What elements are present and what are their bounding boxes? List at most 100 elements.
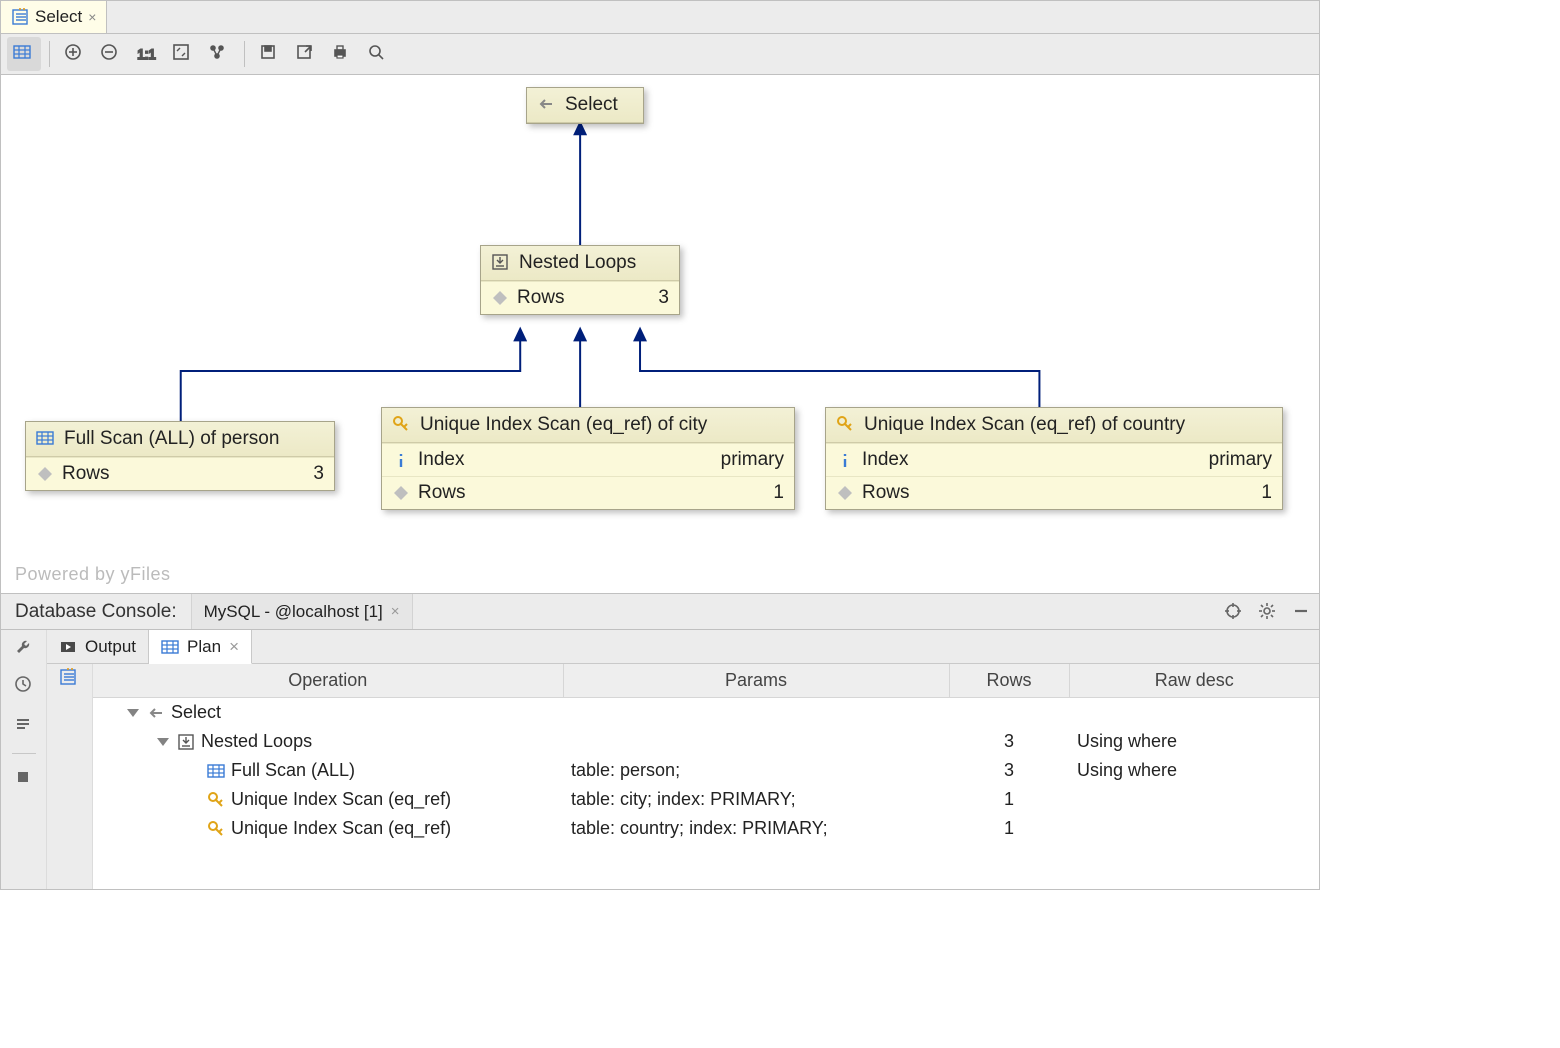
node-title: Select [565,94,618,116]
toolbar-separator [244,41,245,67]
table-row[interactable]: Nested Loops3Using where [93,727,1319,756]
yfiles-watermark: Powered by yFiles [15,564,171,585]
rows-value: 3 [313,463,324,485]
tab-plan[interactable]: Plan × [149,630,252,664]
col-raw[interactable]: Raw desc [1069,664,1319,698]
close-icon[interactable]: × [391,603,400,620]
gutter-separator [12,753,36,754]
op-text: Unique Index Scan (eq_ref) [231,818,451,839]
nested-icon [177,733,195,751]
editor-tab-label: Select [35,7,82,27]
plan-side-icon[interactable] [47,664,93,889]
key-icon [836,415,856,435]
disclosure-icon[interactable] [157,738,169,746]
table-row[interactable]: Full Scan (ALL)table: person;3Using wher… [93,756,1319,785]
index-label: Index [862,449,908,471]
diamond-icon [836,484,854,502]
history-icon[interactable] [14,675,34,700]
settings-button[interactable] [1251,594,1285,629]
params-cell: table: country; index: PRIMARY; [563,814,949,843]
table-row[interactable]: Select [93,698,1319,728]
info-icon [836,451,854,469]
index-value: primary [721,449,784,471]
editor-tab-select[interactable]: Select × [1,1,107,33]
plan-table: Operation Params Rows Raw desc Select Nes… [93,664,1319,843]
node-title: Full Scan (ALL) of person [64,428,279,450]
raw-cell [1069,814,1319,843]
save-button[interactable] [253,37,287,71]
rows-cell: 3 [949,727,1069,756]
col-operation[interactable]: Operation [93,664,563,698]
rows-label: Rows [862,482,910,504]
raw-cell [1069,785,1319,814]
rows-label: Rows [62,463,110,485]
print-button[interactable] [325,37,359,71]
wrench-icon[interactable] [14,636,34,661]
zoom-actual-button[interactable] [130,37,164,71]
table-icon [36,429,56,449]
params-cell: table: city; index: PRIMARY; [563,785,949,814]
nested-icon [491,253,511,273]
raw-cell [1069,698,1319,728]
op-text: Select [171,702,221,723]
params-cell [563,698,949,728]
output-icon[interactable] [14,714,34,739]
console-title: Database Console: [1,594,191,629]
editor-tabbar: Select × [1,1,1319,34]
tab-output[interactable]: Output [47,630,149,663]
key-icon [392,415,412,435]
key-icon [207,820,225,838]
search-button[interactable] [361,37,395,71]
index-label: Index [418,449,464,471]
node-index-scan-city[interactable]: Unique Index Scan (eq_ref) of city Index… [381,407,795,510]
rows-value: 1 [773,482,784,504]
console-header: Database Console: MySQL - @localhost [1]… [1,594,1319,630]
zoom-in-button[interactable] [58,37,92,71]
params-cell: table: person; [563,756,949,785]
layout-button[interactable] [202,37,236,71]
plan-diagram[interactable]: Select Nested Loops Rows 3 Full Scan (AL… [1,75,1319,593]
disclosure-icon[interactable] [127,709,139,717]
op-text: Full Scan (ALL) [231,760,355,781]
hide-button[interactable] [1285,594,1319,629]
arrow-left-icon [537,95,557,115]
node-title: Nested Loops [519,252,636,274]
node-index-scan-country[interactable]: Unique Index Scan (eq_ref) of country In… [825,407,1283,510]
table-row[interactable]: Unique Index Scan (eq_ref) table: city; i… [93,785,1319,814]
col-rows[interactable]: Rows [949,664,1069,698]
node-title: Unique Index Scan (eq_ref) of country [864,414,1185,436]
export-button[interactable] [289,37,323,71]
col-params[interactable]: Params [563,664,949,698]
node-full-scan-person[interactable]: Full Scan (ALL) of person Rows 3 [25,421,335,491]
diamond-icon [36,465,54,483]
close-icon[interactable]: × [88,9,96,25]
rows-label: Rows [418,482,466,504]
table-icon [161,638,179,656]
table-icon [207,762,225,780]
view-table-button[interactable] [7,37,41,71]
fit-content-button[interactable] [166,37,200,71]
node-nested-loops[interactable]: Nested Loops Rows 3 [480,245,680,315]
diagram-edges [1,75,1319,593]
zoom-out-button[interactable] [94,37,128,71]
close-icon[interactable]: × [229,637,239,657]
raw-cell: Using where [1069,756,1319,785]
node-title: Unique Index Scan (eq_ref) of city [420,414,707,436]
plan-table-container: Operation Params Rows Raw desc Select Nes… [93,664,1319,889]
op-text: Unique Index Scan (eq_ref) [231,789,451,810]
tab-output-label: Output [85,637,136,657]
toolbar-separator [49,41,50,67]
console-gutter [1,630,47,889]
table-row[interactable]: Unique Index Scan (eq_ref) table: country… [93,814,1319,843]
rows-label: Rows [517,287,565,309]
console-tab-mysql[interactable]: MySQL - @localhost [1] × [191,594,413,629]
plan-icon [11,8,29,26]
target-button[interactable] [1217,594,1251,629]
diagram-toolbar [1,34,1319,75]
arrow-left-icon [147,704,165,722]
node-select[interactable]: Select [526,87,644,124]
index-value: primary [1209,449,1272,471]
diamond-icon [491,289,509,307]
run-icon [59,638,77,656]
stop-icon[interactable] [14,768,34,793]
